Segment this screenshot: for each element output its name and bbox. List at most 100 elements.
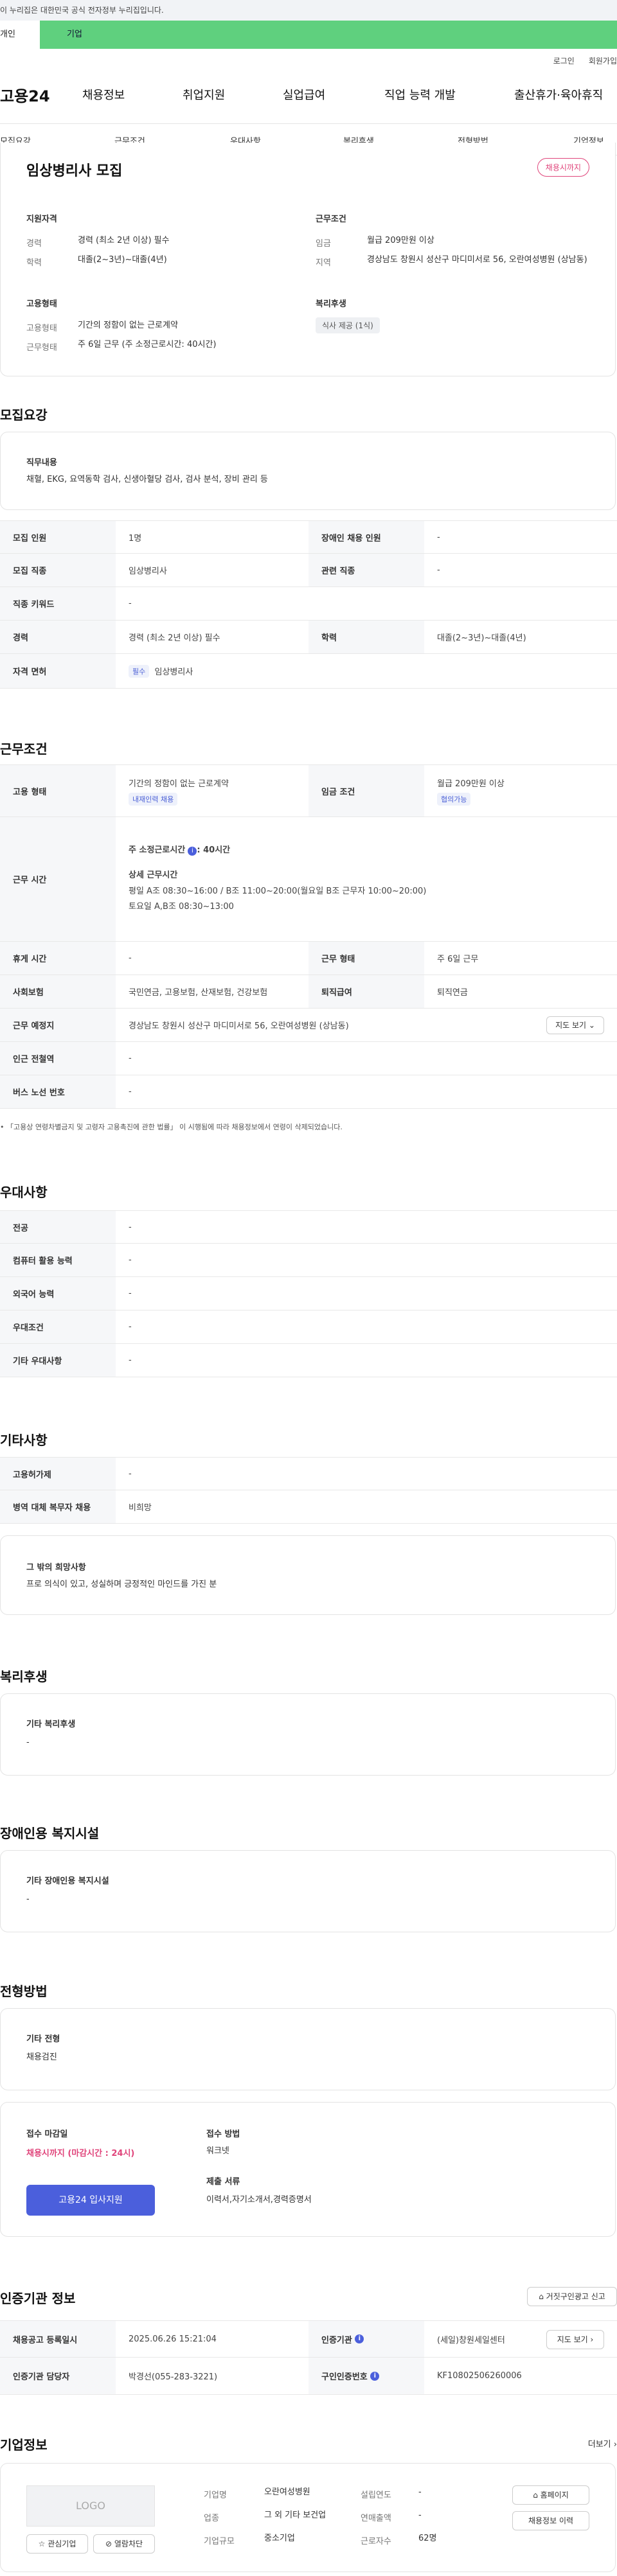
map-button[interactable]: 지도 보기 ⌄ bbox=[546, 1016, 604, 1034]
company-industry-label: 업종 bbox=[204, 2514, 219, 2523]
emp-value: 기간의 정함이 없는 근로계약 bbox=[78, 321, 178, 330]
homepage-button[interactable]: ⌂ 홈페이지 bbox=[512, 2485, 589, 2505]
star-icon: ☆ bbox=[38, 2539, 46, 2548]
company-name-value: 오란여성병원 bbox=[264, 2487, 310, 2497]
gov-banner: 이 누리집은 대한민국 공식 전자정부 누리집입니다. bbox=[0, 0, 617, 21]
emp-label: 고용형태 bbox=[26, 324, 57, 333]
docs-title: 제출 서류 bbox=[206, 2177, 240, 2187]
table-row: 우대조건 - bbox=[0, 1310, 617, 1344]
table-row: 인증기관 담당자 박경선(055-283-3221) 구인인증번호 i KF1080… bbox=[0, 2358, 617, 2395]
table-row: 모집 인원 1명 장애인 채용 인원 - bbox=[0, 520, 617, 554]
table-row: 전공 - bbox=[0, 1210, 617, 1244]
duty-title: 직무내용 bbox=[26, 458, 57, 468]
company-sales-label: 연매출액 bbox=[361, 2514, 391, 2523]
section-benefit-title: 복리후생 bbox=[0, 1669, 48, 1684]
region-value: 경상남도 창원시 성산구 마디미서로 56, 오란여성병원 (상남동) bbox=[367, 255, 587, 265]
join-link[interactable]: 회원가입 bbox=[589, 57, 617, 66]
summary-card: 임상병리사 모집 채용시까지 지원자격 경력 경력 (최소 2년 이상) 필수 … bbox=[0, 143, 616, 376]
hours-main: 주 소정근로시간 bbox=[129, 845, 186, 856]
wage-value: 월급 209만원 이상 bbox=[367, 236, 434, 245]
gnb-employment-support[interactable]: 취업지원 bbox=[183, 86, 225, 103]
favorite-company-button[interactable]: ☆ 관심기업 bbox=[26, 2534, 88, 2554]
gnb-parental-leave[interactable]: 출산휴가·육아휴직 bbox=[514, 86, 603, 103]
info-icon[interactable]: i bbox=[355, 2334, 364, 2343]
wage-chip: 협의가능 bbox=[437, 792, 471, 806]
company-year-label: 설립연도 bbox=[361, 2491, 391, 2500]
table-row: 채용공고 등록일시 2025.06.26 15:21:04 인증기관 i (세일)창… bbox=[0, 2320, 617, 2358]
section-agency-title: 인증기관 정보 bbox=[0, 2291, 76, 2306]
table-row: 버스 노선 번호 - bbox=[0, 1075, 617, 1109]
hours-line-1: 평일 A조 08:30~16:00 / B조 11:00~20:00(월요일 B… bbox=[129, 886, 427, 896]
table-row: 컴퓨터 활용 능력 - bbox=[0, 1244, 617, 1277]
info-icon[interactable]: i bbox=[370, 2371, 380, 2381]
user-type-tabs: 개인 기업 bbox=[0, 21, 617, 49]
welfare-title: 복리후생 bbox=[316, 299, 346, 309]
company-year-value: - bbox=[418, 2487, 422, 2497]
license-value: 임상병리사 bbox=[154, 667, 193, 677]
chevron-right-icon: › bbox=[613, 2440, 617, 2449]
apply-card: 접수 마감일 채용시까지 (마감시간 : 24시) 고용24 입사지원 접수 방… bbox=[0, 2102, 616, 2237]
table-row: 고용 형태 기간의 정함이 없는 근로계약 내재인력 채용 임금 조건 월급 20… bbox=[0, 764, 617, 817]
benefit-value: - bbox=[26, 1738, 30, 1747]
chevron-right-icon: › bbox=[590, 2335, 594, 2344]
company-sales-value: - bbox=[418, 2510, 422, 2520]
section-work-title: 근무조건 bbox=[0, 741, 48, 757]
block-company-button[interactable]: ⊘ 열람차단 bbox=[93, 2534, 155, 2554]
table-row: 근무 시간 주 소정근로시간 i: 40시간 상세 근무시간 평일 A조 08:… bbox=[0, 817, 617, 942]
process-title: 기타 전형 bbox=[26, 2034, 60, 2044]
qual-title: 지원자격 bbox=[26, 215, 57, 224]
section-process-title: 전형방법 bbox=[0, 1984, 48, 1999]
duty-value: 채혈, EKG, 요역동학 검사, 신생아혈당 검사, 검사 분석, 장비 관리… bbox=[26, 475, 268, 484]
method-title: 접수 방법 bbox=[206, 2130, 240, 2139]
table-row: 인근 전철역 - bbox=[0, 1042, 617, 1075]
company-more-link[interactable]: 더보기 › bbox=[588, 2437, 617, 2449]
deadline-title: 접수 마감일 bbox=[26, 2130, 68, 2139]
site-logo[interactable]: 고용24 bbox=[0, 84, 50, 106]
welfare-chip: 식사 제공 (1식) bbox=[316, 317, 380, 333]
process-value: 채용검진 bbox=[26, 2052, 57, 2062]
table-row: 자격 면허 필수 임상병리사 bbox=[0, 654, 617, 689]
table-row: 휴게 시간 - 근무 형태 주 6일 근무 bbox=[0, 942, 617, 975]
benefit-title: 기타 복리후생 bbox=[26, 1720, 76, 1729]
worktype-label: 근무형태 bbox=[26, 343, 57, 353]
job-history-button[interactable]: 채용정보 이력 bbox=[512, 2511, 589, 2530]
section-etc-title: 기타사항 bbox=[0, 1433, 48, 1448]
apply-button[interactable]: 고용24 입사지원 bbox=[26, 2185, 155, 2216]
age-note: • 「고용상 연령차별금지 및 고령자 고용촉진에 관한 법률」 이 시행됨에 … bbox=[0, 1123, 343, 1131]
career-label: 경력 bbox=[26, 239, 42, 249]
home-outline-icon: ⌂ bbox=[539, 2292, 544, 2301]
table-row: 모집 직종 임상병리사 관련 직종 - bbox=[0, 554, 617, 587]
table-row: 근무 예정지 경상남도 창원시 성산구 마디미서로 56, 오란여성병원 (상남동… bbox=[0, 1009, 617, 1042]
gnb-jobs[interactable]: 채용정보 bbox=[82, 86, 125, 103]
duty-card: 직무내용 채혈, EKG, 요역동학 검사, 신생아혈당 검사, 검사 분석, … bbox=[0, 432, 616, 510]
process-card: 기타 전형 채용검진 bbox=[0, 2008, 616, 2090]
table-row: 사회보험 국민연금, 고용보험, 산재보험, 건강보험 퇴직급여 퇴직연금 bbox=[0, 975, 617, 1009]
section-disab-title: 장애인용 복지시설 bbox=[0, 1826, 100, 1841]
cond-title: 근무조건 bbox=[316, 215, 346, 224]
career-value: 경력 (최소 2년 이상) 필수 bbox=[78, 236, 170, 245]
agency-map-button[interactable]: 지도 보기 › bbox=[546, 2330, 604, 2349]
info-icon[interactable]: i bbox=[188, 847, 197, 856]
company-size-value: 중소기업 bbox=[264, 2534, 295, 2543]
company-card: LOGO ☆ 관심기업 ⊘ 열람차단 기업명 오란여성병원 설립연도 - 업종 … bbox=[0, 2463, 616, 2572]
table-row: 고용허가제 - bbox=[0, 1457, 617, 1490]
deadline-value: 채용시까지 (마감시간 : 24시) bbox=[26, 2149, 135, 2158]
report-button[interactable]: ⌂ 거짓구인광고 신고 bbox=[527, 2287, 617, 2306]
table-row: 기타 우대사항 - bbox=[0, 1344, 617, 1377]
table-row: 경력 경력 (최소 2년 이상) 필수 학력 대졸(2~3년)~대졸(4년) bbox=[0, 621, 617, 654]
company-employees-label: 근로자수 bbox=[361, 2537, 391, 2546]
gnb-vocational-training[interactable]: 직업 능력 개발 bbox=[384, 86, 456, 103]
hours-detail-title: 상세 근무시간 bbox=[129, 870, 178, 880]
util-links: 로그인 회원가입 bbox=[539, 55, 617, 66]
tab-individual[interactable]: 개인 bbox=[0, 21, 40, 49]
disab-value: - bbox=[26, 1894, 30, 1904]
tab-company[interactable]: 기업 bbox=[67, 21, 82, 49]
gnb-unemployment-benefit[interactable]: 실업급여 bbox=[283, 86, 325, 103]
deadline-badge: 채용시까지 bbox=[537, 158, 589, 177]
benefit-card: 기타 복리후생 - bbox=[0, 1693, 616, 1776]
hope-card: 그 밖의 희망사항 프로 의식이 있고, 성실하며 긍정적인 마인드를 가진 분 bbox=[0, 1535, 616, 1615]
login-link[interactable]: 로그인 bbox=[553, 57, 575, 66]
company-logo: LOGO bbox=[26, 2485, 155, 2527]
company-name-label: 기업명 bbox=[204, 2491, 227, 2500]
block-icon: ⊘ bbox=[105, 2539, 112, 2548]
